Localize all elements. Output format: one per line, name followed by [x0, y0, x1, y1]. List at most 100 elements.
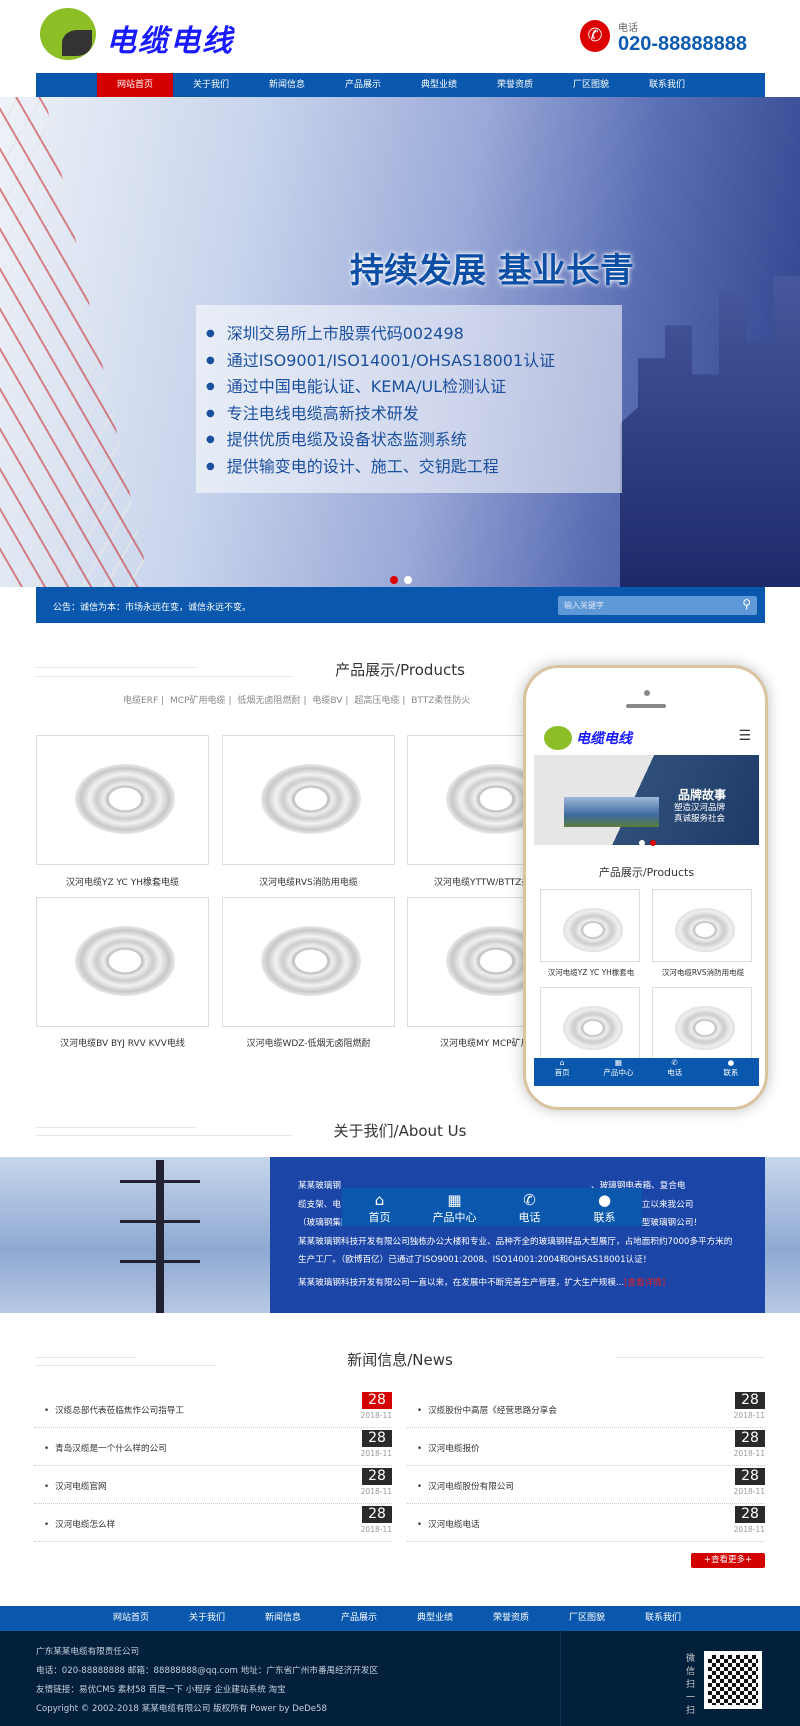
about-text: 某某玻璃钢、玻璃钢电表箱、复合电 缆支架、电箱自成立以来我公司 （玻璃钢集团）就… [270, 1157, 765, 1313]
user-icon: ● [727, 1058, 735, 1067]
mobile-nav-products[interactable]: ▦ 产品中心 [590, 1058, 646, 1086]
news-item[interactable]: 汉河电缆报价 28 2018-11 [407, 1428, 765, 1466]
logo-icon[interactable] [40, 8, 96, 60]
cable-image [563, 908, 623, 952]
search-icon[interactable]: ⚲ [742, 597, 751, 611]
footer-nav-honors[interactable]: 荣誉资质 [473, 1606, 549, 1631]
news-title[interactable]: 汉河电缆官网 [44, 1480, 107, 1492]
footer-links[interactable]: 友情链接：易优CMS 素材58 百度一下 小程序 企业建站系统 淘宝 [36, 1683, 286, 1695]
footer-nav-products[interactable]: 产品展示 [321, 1606, 397, 1631]
nav-home[interactable]: 网站首页 [97, 73, 173, 97]
news-month: 2018-11 [360, 1449, 392, 1458]
news-item[interactable]: 汉缆股份中高层《经营思路分享会 28 2018-11 [407, 1390, 765, 1428]
overlay-nav-contact[interactable]: ● 联系 [567, 1188, 642, 1226]
mobile-slider-dots [639, 835, 661, 849]
mobile-nav-home[interactable]: ⌂ 首页 [534, 1058, 590, 1086]
phone-number: 020-88888888 [618, 33, 748, 55]
category-link[interactable]: BTTZ柔性防火 [411, 696, 470, 706]
slider-dots [390, 573, 418, 587]
category-link[interactable]: 超高压电缆 [354, 696, 399, 706]
factory-image [564, 797, 659, 827]
mobile-product-card[interactable] [540, 987, 640, 1060]
slide-dot[interactable] [404, 576, 412, 584]
hamburger-menu-icon[interactable]: ☰ [738, 728, 751, 744]
mobile-logo-text[interactable]: 电缆电线 [576, 728, 632, 748]
bullet: 通过中国电能认证、KEMA/UL检测认证 [206, 374, 622, 401]
mobile-product-card[interactable] [652, 987, 752, 1060]
logo-text[interactable]: 电缆电线 [106, 16, 234, 60]
footer-nav-news[interactable]: 新闻信息 [245, 1606, 321, 1631]
news-title[interactable]: 汉河电缆怎么样 [44, 1518, 115, 1530]
news-day: 28 [362, 1430, 392, 1447]
footer-nav: 网站首页 关于我们 新闻信息 产品展示 典型业绩 荣誉资质 厂区图貌 联系我们 [0, 1606, 800, 1631]
footer-nav-about[interactable]: 关于我们 [169, 1606, 245, 1631]
slide-dot[interactable] [390, 576, 398, 584]
news-month: 2018-11 [733, 1525, 765, 1534]
news-item[interactable]: 青岛汉缆是一个什么样的公司 28 2018-11 [34, 1428, 392, 1466]
overlay-nav-phone[interactable]: ✆ 电话 [492, 1188, 567, 1226]
news-title[interactable]: 青岛汉缆是一个什么样的公司 [44, 1442, 167, 1454]
product-name[interactable]: 汉河电缆WDZ-低烟无卤阻燃耐 [222, 1036, 395, 1049]
slide-dot[interactable] [650, 840, 656, 846]
news-month: 2018-11 [360, 1411, 392, 1420]
news-title[interactable]: 汉河电缆报价 [417, 1442, 480, 1454]
news-item[interactable]: 汉缆总部代表莅临焦作公司指导工 28 2018-11 [34, 1390, 392, 1428]
footer-nav-home[interactable]: 网站首页 [93, 1606, 169, 1631]
view-more-button[interactable]: +查看更多+ [691, 1553, 765, 1568]
footer-nav-cases[interactable]: 典型业绩 [397, 1606, 473, 1631]
mobile-logo-icon[interactable] [544, 726, 572, 750]
nav-about[interactable]: 关于我们 [173, 73, 249, 97]
nav-cases[interactable]: 典型业绩 [401, 73, 477, 97]
product-name[interactable]: 汉河电缆YZ YC YH橡套电缆 [36, 875, 209, 888]
mobile-bottom-nav: ⌂ 首页 ▦ 产品中心 ✆ 电话 ● 联系 [534, 1058, 759, 1086]
product-card[interactable] [222, 735, 395, 865]
cable-image [261, 926, 361, 996]
footer-nav-factory[interactable]: 厂区图貌 [549, 1606, 625, 1631]
nav-news[interactable]: 新闻信息 [249, 73, 325, 97]
overlay-nav-home[interactable]: ⌂ 首页 [342, 1188, 417, 1226]
about-more-link[interactable]: [查看详情] [624, 1278, 665, 1288]
news-title[interactable]: 汉缆股份中高层《经营思路分享会 [417, 1404, 557, 1416]
news-month: 2018-11 [733, 1449, 765, 1458]
footer-nav-contact[interactable]: 联系我们 [625, 1606, 701, 1631]
category-link[interactable]: 电缆BV [312, 696, 342, 706]
mobile-product-card[interactable] [540, 889, 640, 962]
category-link[interactable]: 低烟无卤阻燃耐 [237, 696, 300, 706]
news-title[interactable]: 汉河电缆股份有限公司 [417, 1480, 514, 1492]
news-title[interactable]: 汉缆总部代表莅临焦作公司指导工 [44, 1404, 184, 1416]
mobile-nav-contact[interactable]: ● 联系 [703, 1058, 759, 1086]
mobile-banner[interactable]: 品牌故事 塑造汉河品牌 真诚服务社会 [534, 755, 759, 846]
product-card[interactable] [222, 897, 395, 1027]
home-icon: ⌂ [559, 1058, 565, 1067]
nav-contact[interactable]: 联系我们 [629, 73, 705, 97]
mobile-product-name[interactable]: 汉河电缆RVS消防用电缆 [648, 967, 758, 978]
search-input[interactable] [558, 596, 728, 615]
mobile-product-name[interactable]: 汉河电缆YZ YC YH橡套电 [536, 967, 646, 978]
news-item[interactable]: 汉河电缆股份有限公司 28 2018-11 [407, 1466, 765, 1504]
mobile-product-card[interactable] [652, 889, 752, 962]
nav-honors[interactable]: 荣誉资质 [477, 73, 553, 97]
news-title[interactable]: 汉河电缆电话 [417, 1518, 480, 1530]
mobile-header: 电缆电线 ☰ [534, 721, 759, 754]
product-card[interactable] [36, 735, 209, 865]
about-title: 关于我们/About Us [333, 1122, 467, 1140]
product-name[interactable]: 汉河电缆RVS消防用电缆 [222, 875, 395, 888]
news-day: 28 [735, 1430, 765, 1447]
nav-products[interactable]: 产品展示 [325, 73, 401, 97]
mobile-nav-phone[interactable]: ✆ 电话 [647, 1058, 703, 1086]
news-item[interactable]: 汉河电缆官网 28 2018-11 [34, 1466, 392, 1504]
news-day: 28 [735, 1392, 765, 1409]
product-name[interactable]: 汉河电缆BV BYJ RVV KVV电线 [36, 1036, 209, 1049]
pylon-image [120, 1160, 200, 1313]
slide-dot[interactable] [639, 840, 645, 846]
product-card[interactable] [36, 897, 209, 1027]
cable-image [675, 908, 735, 952]
mobile-preview: 电缆电线 ☰ 品牌故事 塑造汉河品牌 真诚服务社会 产品展示/Products 汉… [523, 665, 768, 1110]
news-item[interactable]: 汉河电缆电话 28 2018-11 [407, 1504, 765, 1542]
category-link[interactable]: MCP矿用电缆 [170, 696, 225, 706]
main-nav: 网站首页 关于我们 新闻信息 产品展示 典型业绩 荣誉资质 厂区图貌 联系我们 [36, 73, 765, 97]
nav-factory[interactable]: 厂区图貌 [553, 73, 629, 97]
overlay-nav-products[interactable]: ▦ 产品中心 [417, 1188, 492, 1226]
news-item[interactable]: 汉河电缆怎么样 28 2018-11 [34, 1504, 392, 1542]
category-link[interactable]: 电缆ERF [123, 696, 158, 706]
